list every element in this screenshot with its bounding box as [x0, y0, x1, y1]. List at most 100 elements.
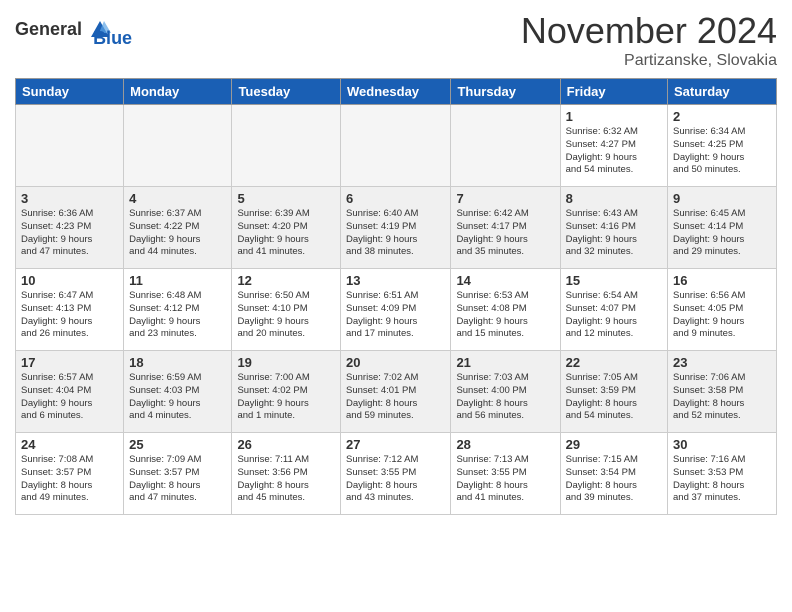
col-thursday: Thursday — [451, 79, 560, 105]
table-row: 30Sunrise: 7:16 AM Sunset: 3:53 PM Dayli… — [668, 433, 777, 515]
table-row: 21Sunrise: 7:03 AM Sunset: 4:00 PM Dayli… — [451, 351, 560, 433]
day-info: Sunrise: 6:32 AM Sunset: 4:27 PM Dayligh… — [566, 126, 662, 177]
day-info: Sunrise: 7:12 AM Sunset: 3:55 PM Dayligh… — [346, 454, 445, 505]
day-info: Sunrise: 6:45 AM Sunset: 4:14 PM Dayligh… — [673, 208, 771, 259]
logo-text: General Blue — [15, 10, 132, 49]
table-row: 9 Sunrise: 6:45 AM Sunset: 4:14 PM Daylig… — [668, 187, 777, 269]
day-info: Sunrise: 6:34 AM Sunset: 4:25 PM Dayligh… — [673, 126, 771, 177]
table-row: 11 Sunrise: 6:48 AM Sunset: 4:12 PM Dayli… — [124, 269, 232, 351]
day-number: 11 — [129, 273, 226, 288]
day-number: 26 — [237, 437, 335, 452]
table-row — [16, 105, 124, 187]
table-row: 5 Sunrise: 6:39 AM Sunset: 4:20 PM Daylig… — [232, 187, 341, 269]
day-info: Sunrise: 7:13 AM Sunset: 3:55 PM Dayligh… — [456, 454, 554, 505]
table-row: 13 Sunrise: 6:51 AM Sunset: 4:09 PM Dayli… — [341, 269, 451, 351]
table-row: 2 Sunrise: 6:34 AM Sunset: 4:25 PM Daylig… — [668, 105, 777, 187]
table-row: 18 Sunrise: 6:59 AM Sunset: 4:03 PM Dayli… — [124, 351, 232, 433]
calendar-week-row: 17 Sunrise: 6:57 AM Sunset: 4:04 PM Dayli… — [16, 351, 777, 433]
table-row: 27 Sunrise: 7:12 AM Sunset: 3:55 PM Dayli… — [341, 433, 451, 515]
day-number: 7 — [456, 191, 554, 206]
calendar-week-row: 10Sunrise: 6:47 AM Sunset: 4:13 PM Dayli… — [16, 269, 777, 351]
day-number: 10 — [21, 273, 118, 288]
day-info: Sunrise: 7:11 AM Sunset: 3:56 PM Dayligh… — [237, 454, 335, 505]
calendar-week-row: 3 Sunrise: 6:36 AM Sunset: 4:23 PM Daylig… — [16, 187, 777, 269]
table-row: 25 Sunrise: 7:09 AM Sunset: 3:57 PM Dayli… — [124, 433, 232, 515]
logo: General Blue — [15, 10, 132, 49]
table-row: 22 Sunrise: 7:05 AM Sunset: 3:59 PM Dayli… — [560, 351, 667, 433]
col-sunday: Sunday — [16, 79, 124, 105]
calendar-week-row: 1 Sunrise: 6:32 AM Sunset: 4:27 PM Daylig… — [16, 105, 777, 187]
day-info: Sunrise: 6:59 AM Sunset: 4:03 PM Dayligh… — [129, 372, 226, 423]
day-number: 17 — [21, 355, 118, 370]
day-info: Sunrise: 6:48 AM Sunset: 4:12 PM Dayligh… — [129, 290, 226, 341]
table-row: 28 Sunrise: 7:13 AM Sunset: 3:55 PM Dayli… — [451, 433, 560, 515]
table-row: 3 Sunrise: 6:36 AM Sunset: 4:23 PM Daylig… — [16, 187, 124, 269]
day-info: Sunrise: 7:09 AM Sunset: 3:57 PM Dayligh… — [129, 454, 226, 505]
table-row: 23Sunrise: 7:06 AM Sunset: 3:58 PM Dayli… — [668, 351, 777, 433]
table-row: 17 Sunrise: 6:57 AM Sunset: 4:04 PM Dayli… — [16, 351, 124, 433]
table-row — [341, 105, 451, 187]
table-row: 19 Sunrise: 7:00 AM Sunset: 4:02 PM Dayli… — [232, 351, 341, 433]
day-info: Sunrise: 6:39 AM Sunset: 4:20 PM Dayligh… — [237, 208, 335, 259]
day-info: Sunrise: 7:08 AM Sunset: 3:57 PM Dayligh… — [21, 454, 118, 505]
day-info: Sunrise: 6:57 AM Sunset: 4:04 PM Dayligh… — [21, 372, 118, 423]
day-number: 29 — [566, 437, 662, 452]
table-row: 24 Sunrise: 7:08 AM Sunset: 3:57 PM Dayli… — [16, 433, 124, 515]
day-number: 6 — [346, 191, 445, 206]
col-friday: Friday — [560, 79, 667, 105]
day-info: Sunrise: 7:16 AM Sunset: 3:53 PM Dayligh… — [673, 454, 771, 505]
day-info: Sunrise: 6:50 AM Sunset: 4:10 PM Dayligh… — [237, 290, 335, 341]
calendar-header-row: Sunday Monday Tuesday Wednesday Thursday… — [16, 79, 777, 105]
day-number: 25 — [129, 437, 226, 452]
calendar-week-row: 24 Sunrise: 7:08 AM Sunset: 3:57 PM Dayli… — [16, 433, 777, 515]
page-container: General Blue November 2024 Partizanske, … — [0, 0, 792, 525]
day-info: Sunrise: 6:56 AM Sunset: 4:05 PM Dayligh… — [673, 290, 771, 341]
table-row: 29Sunrise: 7:15 AM Sunset: 3:54 PM Dayli… — [560, 433, 667, 515]
table-row: 12 Sunrise: 6:50 AM Sunset: 4:10 PM Dayli… — [232, 269, 341, 351]
logo-blue: Blue — [93, 28, 132, 49]
logo-general: General — [15, 18, 82, 38]
day-number: 2 — [673, 109, 771, 124]
day-number: 27 — [346, 437, 445, 452]
table-row: 16Sunrise: 6:56 AM Sunset: 4:05 PM Dayli… — [668, 269, 777, 351]
day-number: 18 — [129, 355, 226, 370]
table-row: 20 Sunrise: 7:02 AM Sunset: 4:01 PM Dayli… — [341, 351, 451, 433]
table-row: 1 Sunrise: 6:32 AM Sunset: 4:27 PM Daylig… — [560, 105, 667, 187]
day-number: 1 — [566, 109, 662, 124]
col-monday: Monday — [124, 79, 232, 105]
day-info: Sunrise: 7:03 AM Sunset: 4:00 PM Dayligh… — [456, 372, 554, 423]
day-info: Sunrise: 6:40 AM Sunset: 4:19 PM Dayligh… — [346, 208, 445, 259]
month-title: November 2024 — [521, 10, 777, 52]
day-number: 19 — [237, 355, 335, 370]
calendar-table: Sunday Monday Tuesday Wednesday Thursday… — [15, 78, 777, 515]
day-number: 23 — [673, 355, 771, 370]
day-info: Sunrise: 7:02 AM Sunset: 4:01 PM Dayligh… — [346, 372, 445, 423]
day-number: 9 — [673, 191, 771, 206]
day-number: 13 — [346, 273, 445, 288]
day-number: 15 — [566, 273, 662, 288]
day-info: Sunrise: 6:42 AM Sunset: 4:17 PM Dayligh… — [456, 208, 554, 259]
table-row: 14 Sunrise: 6:53 AM Sunset: 4:08 PM Dayli… — [451, 269, 560, 351]
day-number: 14 — [456, 273, 554, 288]
day-info: Sunrise: 6:53 AM Sunset: 4:08 PM Dayligh… — [456, 290, 554, 341]
title-section: November 2024 Partizanske, Slovakia — [521, 10, 777, 70]
day-number: 5 — [237, 191, 335, 206]
table-row: 6 Sunrise: 6:40 AM Sunset: 4:19 PM Daylig… — [341, 187, 451, 269]
day-number: 22 — [566, 355, 662, 370]
day-number: 20 — [346, 355, 445, 370]
table-row: 15 Sunrise: 6:54 AM Sunset: 4:07 PM Dayli… — [560, 269, 667, 351]
day-info: Sunrise: 6:54 AM Sunset: 4:07 PM Dayligh… — [566, 290, 662, 341]
day-number: 24 — [21, 437, 118, 452]
day-info: Sunrise: 6:51 AM Sunset: 4:09 PM Dayligh… — [346, 290, 445, 341]
day-number: 12 — [237, 273, 335, 288]
day-number: 8 — [566, 191, 662, 206]
table-row — [124, 105, 232, 187]
day-info: Sunrise: 7:00 AM Sunset: 4:02 PM Dayligh… — [237, 372, 335, 423]
col-saturday: Saturday — [668, 79, 777, 105]
day-number: 28 — [456, 437, 554, 452]
day-info: Sunrise: 6:36 AM Sunset: 4:23 PM Dayligh… — [21, 208, 118, 259]
day-number: 3 — [21, 191, 118, 206]
table-row: 7 Sunrise: 6:42 AM Sunset: 4:17 PM Daylig… — [451, 187, 560, 269]
table-row: 4Sunrise: 6:37 AM Sunset: 4:22 PM Daylig… — [124, 187, 232, 269]
day-info: Sunrise: 7:05 AM Sunset: 3:59 PM Dayligh… — [566, 372, 662, 423]
